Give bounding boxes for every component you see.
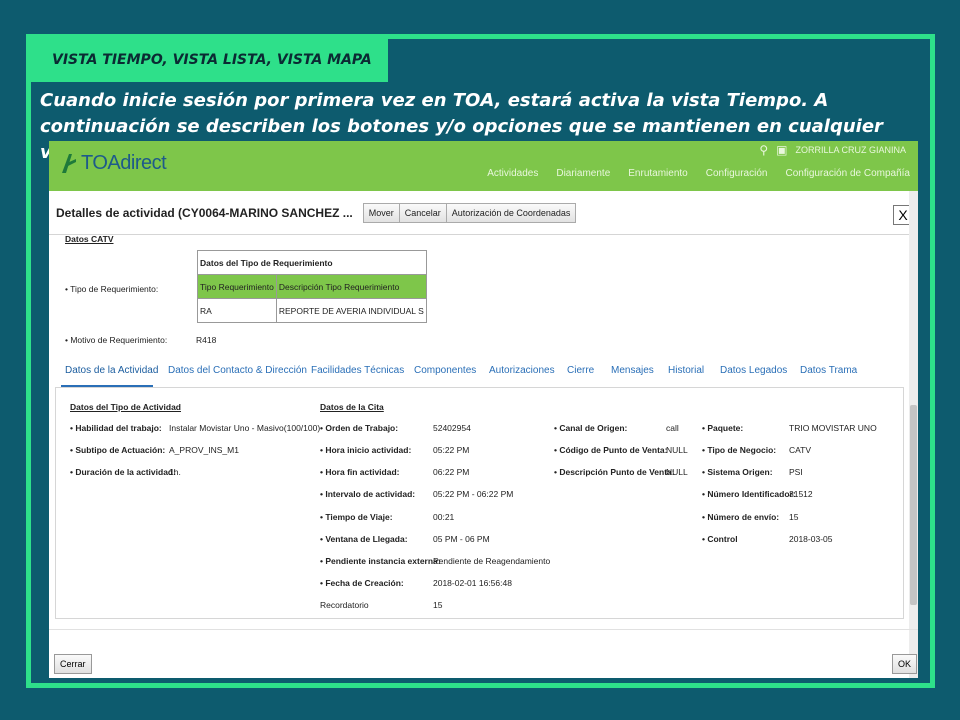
field-value: A_PROV_INS_M1 — [169, 445, 239, 455]
field-label: • Subtipo de Actuación: — [70, 445, 166, 455]
field-label: • Duración de la actividad: — [70, 467, 176, 477]
field-label: • Tiempo de Viaje: — [320, 512, 393, 522]
field-value: NULL — [666, 467, 688, 477]
field-label: • Sistema Origen: — [702, 467, 773, 477]
cancel-button[interactable]: Cancelar — [399, 202, 447, 223]
field-value: Instalar Movistar Uno - Masivo(100/100) — [169, 423, 321, 433]
requirement-table-title: Datos del Tipo de Requerimiento — [197, 250, 427, 275]
catv-section: Datos CATV • Tipo de Requerimiento: • Mo… — [49, 234, 918, 351]
field-label: • Control — [702, 534, 738, 544]
field-label: • Tipo de Negocio: — [702, 445, 777, 455]
field-value: Pendiente de Reagendamiento — [433, 556, 551, 566]
field-label: • Número de envío: — [702, 512, 780, 522]
field-value: NULL — [666, 445, 688, 455]
screenshot: TOAdirect ⚲ ▣ ZORRILLA CRUZ GIANINA Acti… — [49, 141, 918, 678]
details-tabs: Datos de la Actividad Datos del Contacto… — [49, 357, 918, 387]
tab-mensajes[interactable]: Mensajes — [611, 365, 654, 376]
catv-heading: Datos CATV — [65, 234, 114, 244]
activity-data-panel: Datos del Tipo de Actividad • Habilidad … — [55, 387, 904, 619]
field-value: PSI — [789, 467, 803, 477]
nav-configuracion[interactable]: Configuración — [706, 168, 768, 179]
field-value: 15 — [789, 512, 799, 522]
messages-icon[interactable]: ▣ — [776, 143, 787, 157]
requirement-col-description: Descripción Tipo Requerimiento — [275, 274, 427, 299]
requirement-col-type: Tipo Requerimiento — [197, 274, 277, 299]
motivo-requerimiento-label: • Motivo de Requerimiento: — [65, 335, 168, 345]
tab-datos-actividad[interactable]: Datos de la Actividad — [65, 365, 158, 376]
field-label: • Número Identificador: — [702, 489, 796, 499]
tab-datos-trama[interactable]: Datos Trama — [800, 365, 857, 376]
nav-enrutamiento[interactable]: Enrutamiento — [628, 168, 687, 179]
field-label: • Paquete: — [702, 423, 744, 433]
field-value: 15 — [433, 600, 443, 610]
field-value: 1h. — [169, 467, 181, 477]
requirement-table: Datos del Tipo de Requerimiento Tipo Req… — [197, 250, 427, 323]
field-value: 06:22 PM — [433, 467, 470, 477]
field-label: • Intervalo de actividad: — [320, 489, 416, 499]
scrollbar-thumb[interactable] — [910, 405, 917, 605]
field-value: 05:22 PM - 06:22 PM — [433, 489, 514, 499]
tab-autorizaciones[interactable]: Autorizaciones — [489, 365, 555, 376]
field-value: 00:21 — [433, 512, 455, 522]
close-button[interactable]: Cerrar — [54, 654, 92, 674]
activity-details-dialog: Detalles de actividad (CY0064-MARINO SAN… — [49, 191, 918, 678]
tab-componentes[interactable]: Componentes — [414, 365, 476, 376]
tab-facilidades-tecnicas[interactable]: Facilidades Técnicas — [311, 365, 404, 376]
app-nav: Actividades Diariamente Enrutamiento Con… — [487, 168, 910, 179]
logo-text: TOAdirect — [81, 151, 167, 174]
user-area: ⚲ ▣ ZORRILLA CRUZ GIANINA — [759, 143, 906, 157]
app-logo[interactable]: TOAdirect — [59, 151, 167, 175]
tab-historial[interactable]: Historial — [668, 365, 704, 376]
appointment-heading: Datos de la Cita — [320, 402, 384, 412]
field-value: 05:22 PM — [433, 445, 470, 455]
logo-mark-icon — [59, 151, 79, 175]
field-label: • Descripción Punto de Venta: — [554, 467, 675, 477]
field-label: • Canal de Origen: — [554, 423, 628, 433]
nav-diariamente[interactable]: Diariamente — [556, 168, 610, 179]
field-label: • Fecha de Creación: — [320, 578, 404, 588]
field-label: • Orden de Trabajo: — [320, 423, 399, 433]
activity-type-heading: Datos del Tipo de Actividad — [70, 402, 181, 412]
field-label: • Habilidad del trabajo: — [70, 423, 162, 433]
search-icon[interactable]: ⚲ — [759, 143, 768, 157]
field-value: 05 PM - 06 PM — [433, 534, 490, 544]
field-value: 2018-02-01 16:56:48 — [433, 578, 512, 588]
ok-button[interactable]: OK — [892, 654, 918, 674]
field-value: 2018-03-05 — [789, 534, 833, 544]
tab-cierre[interactable]: Cierre — [567, 365, 594, 376]
field-label: • Ventana de Llegada: — [320, 534, 408, 544]
tipo-requerimiento-label: • Tipo de Requerimiento: — [65, 284, 159, 294]
requirement-type-value: RA — [197, 298, 277, 323]
app-header: TOAdirect ⚲ ▣ ZORRILLA CRUZ GIANINA Acti… — [49, 141, 918, 191]
dialog-footer: Cerrar OK — [49, 629, 918, 678]
field-label: Recordatorio — [320, 600, 369, 610]
field-value: call — [666, 423, 679, 433]
coordinate-auth-button[interactable]: Autorización de Coordenadas — [446, 202, 577, 223]
dialog-title: Detalles de actividad (CY0064-MARINO SAN… — [56, 205, 353, 220]
field-value: 31512 — [789, 489, 813, 499]
field-value: CATV — [789, 445, 812, 455]
tab-datos-legados[interactable]: Datos Legados — [720, 365, 787, 376]
slide-heading: VISTA TIEMPO, VISTA LISTA, VISTA MAPA — [28, 38, 388, 82]
field-value: TRIO MOVISTAR UNO — [789, 423, 877, 433]
move-button[interactable]: Mover — [362, 202, 400, 223]
field-label: • Pendiente instancia externa: — [320, 556, 441, 566]
field-value: 52402954 — [433, 423, 471, 433]
field-label: • Hora fin actividad: — [320, 467, 400, 477]
dialog-button-group: Mover Cancelar Autorización de Coordenad… — [362, 202, 577, 223]
user-name[interactable]: ZORRILLA CRUZ GIANINA — [795, 145, 906, 155]
requirement-description-value: REPORTE DE AVERIA INDIVIDUAL S — [275, 298, 427, 323]
tab-datos-contacto[interactable]: Datos del Contacto & Dirección — [168, 365, 307, 376]
field-label: • Código de Punto de Venta: — [554, 445, 668, 455]
dialog-header: Detalles de actividad (CY0064-MARINO SAN… — [49, 191, 918, 235]
motivo-requerimiento-value: R418 — [196, 335, 217, 345]
nav-configuracion-compania[interactable]: Configuración de Compañía — [785, 168, 910, 179]
nav-actividades[interactable]: Actividades — [487, 168, 538, 179]
field-label: • Hora inicio actividad: — [320, 445, 412, 455]
